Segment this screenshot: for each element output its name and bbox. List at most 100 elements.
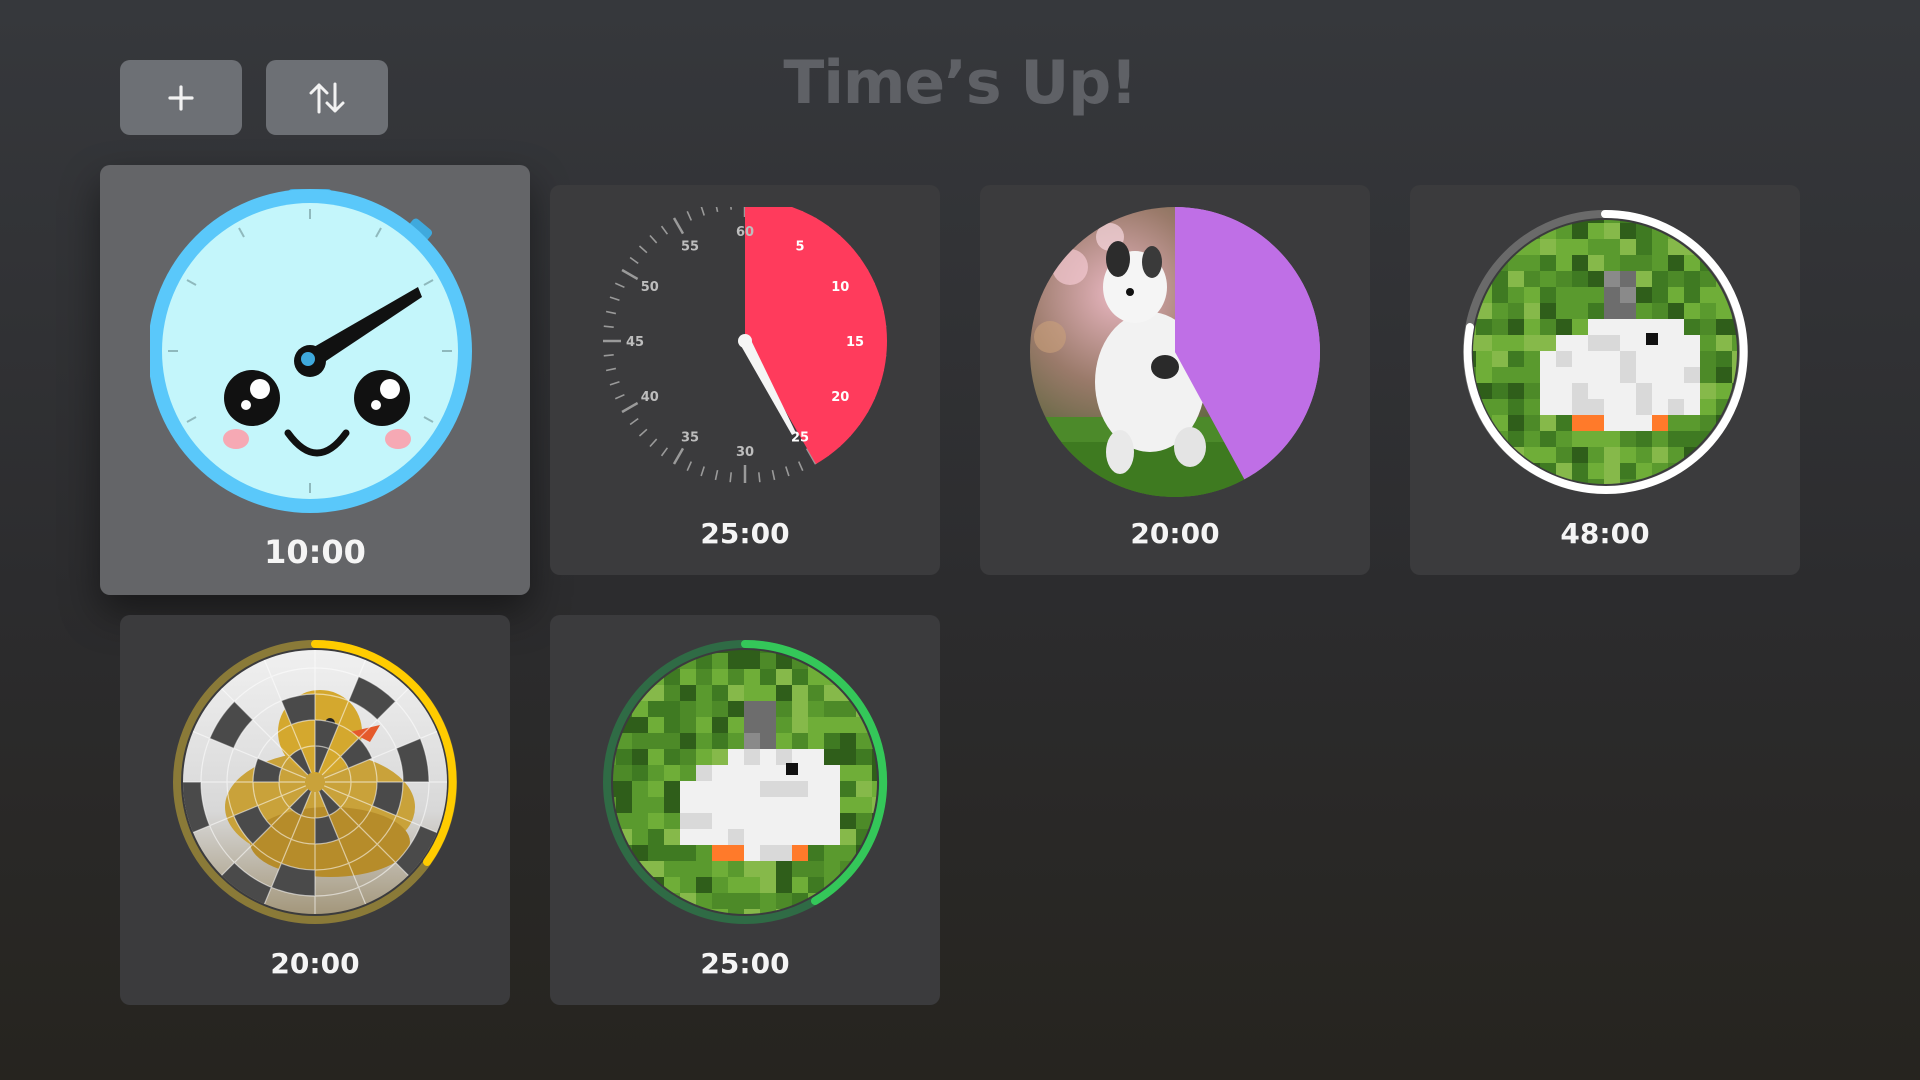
pixel-tile: [1588, 447, 1604, 463]
pixel-tile: [1748, 399, 1750, 415]
pixel-tile: [1508, 495, 1524, 497]
pixel-tile: [616, 797, 632, 813]
pixel-tile: [632, 650, 648, 653]
pixel-tile: [1668, 415, 1684, 431]
pixel-tile: [680, 733, 696, 749]
pixel-tile: [664, 717, 680, 733]
pixel-tile: [1508, 319, 1524, 335]
timer-card-pixel-bunny-green[interactable]: 25:00: [550, 615, 940, 1005]
pixel-tile: [1748, 383, 1750, 399]
red-dial-clock-icon: 60 5 10 15 20 25 30 35 40 45 50 55: [600, 207, 890, 497]
pixel-tile: [616, 909, 632, 914]
pixel-tile: [613, 669, 616, 685]
pixel-tile: [1748, 239, 1750, 255]
pixel-tile: [1604, 239, 1620, 255]
pixel-tile: [1492, 303, 1508, 319]
pixel-tile: [888, 813, 890, 829]
pixel-tile: [616, 650, 632, 653]
pixel-tile: [1652, 367, 1668, 383]
pixel-tile: [613, 685, 616, 701]
pixel-tile: [1604, 447, 1620, 463]
pixel-tile: [1684, 495, 1700, 497]
pixel-tile: [760, 749, 776, 765]
dial-tick: [700, 207, 705, 216]
pixel-tile: [760, 829, 776, 845]
pixel-tile: [792, 861, 808, 877]
pixel-tile: [1492, 399, 1508, 415]
add-timer-button[interactable]: [120, 60, 242, 135]
pixel-tile: [808, 797, 824, 813]
pixel-tile: [1748, 495, 1750, 497]
pixel-tile: [696, 893, 712, 909]
timer-card-photo-pie[interactable]: 20:00: [980, 185, 1370, 575]
pixel-tile: [1604, 223, 1620, 239]
pixel-tile: [808, 650, 824, 653]
dial-tick: [609, 381, 620, 386]
pixel-tile: [1540, 447, 1556, 463]
timer-card-jigsaw-duck[interactable]: 20:00: [120, 615, 510, 1005]
pixel-tile: [1668, 335, 1684, 351]
pixel-tile: [872, 701, 877, 717]
pixel-tile: [1476, 220, 1492, 223]
pixel-tile: [1620, 383, 1636, 399]
pixel-tile: [1604, 431, 1620, 447]
pixel-tile: [1524, 303, 1540, 319]
pixel-tile: [1572, 415, 1588, 431]
pixel-tile: [1652, 255, 1668, 271]
pixel-tile: [888, 669, 890, 685]
pixel-tile: [1540, 239, 1556, 255]
pixel-tile: [712, 733, 728, 749]
pixel-tile: [760, 845, 776, 861]
pixel-tile: [856, 749, 872, 765]
pixel-tile: [1556, 351, 1572, 367]
pixel-tile: [1668, 220, 1684, 223]
pixel-tile: [680, 925, 696, 927]
dial-tick: [686, 461, 693, 472]
pixel-tile: [1636, 287, 1652, 303]
pixel-tile: [1652, 447, 1668, 463]
pixel-tile: [744, 797, 760, 813]
pixel-tile: [840, 829, 856, 845]
pixel-tile: [728, 925, 744, 927]
pixel-tile: [632, 909, 648, 914]
pixel-tile: [648, 733, 664, 749]
pixel-tile: [616, 893, 632, 909]
pixel-tile: [664, 861, 680, 877]
pixel-tile: [1700, 367, 1716, 383]
pixel-tile: [1473, 415, 1476, 431]
pixel-tile: [1652, 383, 1668, 399]
pixel-tile: [1620, 447, 1636, 463]
pixel-tile: [1508, 255, 1524, 271]
pixel-tile: [1473, 255, 1476, 271]
sort-arrows-icon: [309, 82, 345, 113]
timer-card-kawaii-stopwatch[interactable]: 10:00: [100, 165, 530, 595]
pixel-tile: [1556, 271, 1572, 287]
pixel-tile: [664, 813, 680, 829]
pixel-tile: [1652, 399, 1668, 415]
pixel-tile: [1732, 415, 1737, 431]
pixel-tile: [856, 877, 872, 893]
pixel-tile: [760, 925, 776, 927]
pixel-tile: [696, 765, 712, 781]
pixel-tile: [1473, 447, 1476, 463]
pixel-tile: [1556, 319, 1572, 335]
timer-card-pixel-bunny[interactable]: 48:00: [1410, 185, 1800, 575]
pixel-tile: [696, 781, 712, 797]
pixel-tile: [648, 925, 664, 927]
dial-label: 35: [681, 430, 699, 445]
sort-button[interactable]: [266, 60, 388, 135]
pixel-tile: [1636, 447, 1652, 463]
pixel-tile: [808, 909, 824, 914]
pixel-tile: [1668, 495, 1684, 497]
pixel-tile: [1684, 399, 1700, 415]
pixel-tile: [728, 717, 744, 733]
pixel-tile: [792, 701, 808, 717]
timer-card-red-dial[interactable]: 60 5 10 15 20 25 30 35 40 45 50 55 25:00: [550, 185, 940, 575]
pixel-tile: [728, 893, 744, 909]
pixel-tile: [872, 653, 877, 669]
pixel-tile: [712, 781, 728, 797]
pixel-tile: [1700, 335, 1716, 351]
dial-tick: [686, 210, 693, 221]
pixel-tile: [760, 717, 776, 733]
dial-label: 30: [736, 445, 754, 460]
